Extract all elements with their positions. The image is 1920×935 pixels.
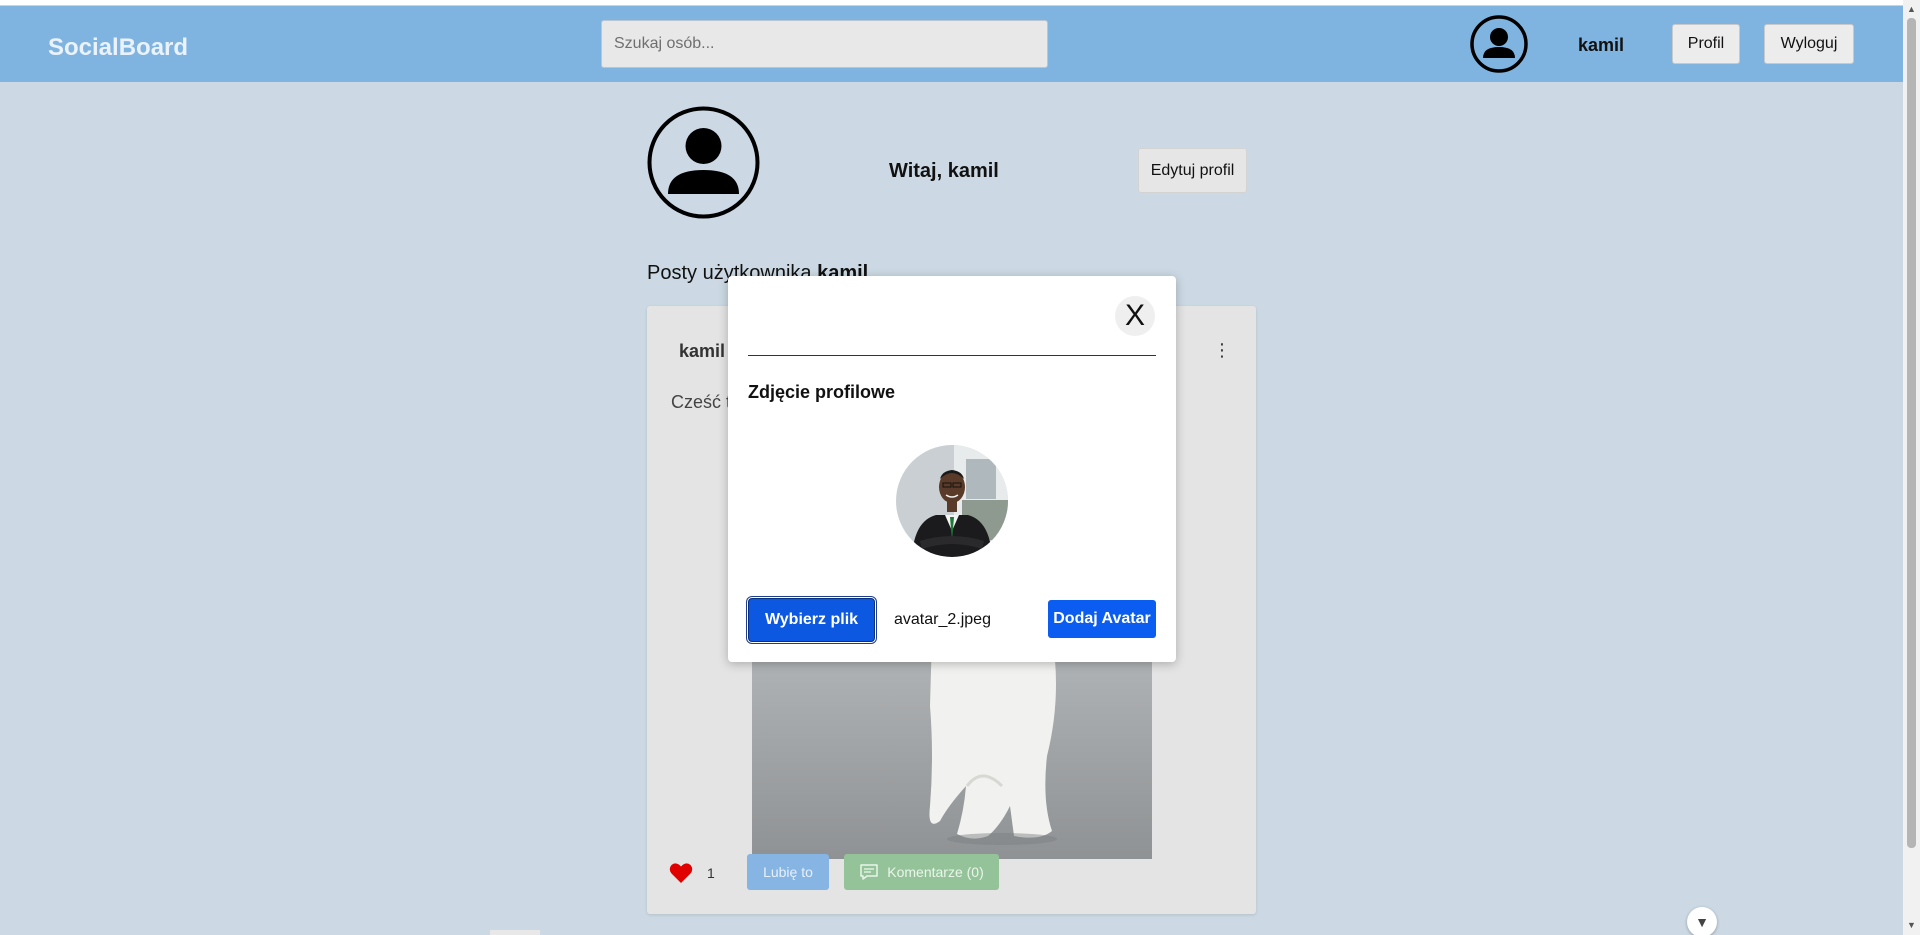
comments-button[interactable]: Komentarze (0) — [844, 854, 999, 890]
like-count: 1 — [707, 865, 715, 881]
user-circle-icon[interactable] — [1469, 14, 1529, 74]
post-image — [752, 636, 1152, 859]
edit-profile-button[interactable]: Edytuj profil — [1138, 148, 1247, 193]
navbar: SocialBoard kamil Profil Wyloguj — [0, 6, 1903, 82]
modal-divider — [748, 355, 1156, 356]
search-input[interactable] — [601, 20, 1048, 68]
avatar-preview — [896, 445, 1008, 557]
horizontal-scrollbar-thumb[interactable] — [490, 930, 540, 935]
user-circle-icon — [647, 106, 760, 219]
profile-button[interactable]: Profil — [1672, 24, 1740, 64]
post-footer: 1 Lubię to Komentarze (0) — [669, 854, 1229, 890]
post-author[interactable]: kamil — [679, 341, 725, 362]
selected-file-name: avatar_2.jpeg — [894, 611, 991, 628]
modal-title: Zdjęcie profilowe — [748, 382, 896, 402]
avatar-modal: X Zdjęcie profilowe Wybierz plik avatar_… — [728, 276, 1176, 662]
like-button[interactable]: Lubię to — [747, 854, 829, 890]
chevron-down-icon[interactable]: ▼ — [1687, 907, 1717, 935]
scroll-down-arrow-icon[interactable]: ▼ — [1903, 918, 1920, 932]
comments-label: Komentarze (0) — [887, 864, 984, 880]
comment-icon — [860, 864, 878, 880]
post-text: Cześć t — [671, 392, 732, 412]
close-button[interactable]: X — [1115, 296, 1155, 336]
scrollbar-thumb[interactable] — [1907, 18, 1916, 848]
vertical-dots-icon[interactable]: ⋮ — [1213, 341, 1231, 359]
nav-username: kamil — [1578, 35, 1625, 55]
add-avatar-button[interactable]: Dodaj Avatar — [1048, 600, 1156, 638]
logout-button[interactable]: Wyloguj — [1764, 24, 1854, 64]
brand-logo[interactable]: SocialBoard — [48, 34, 188, 62]
vertical-scrollbar[interactable]: ▲ ▼ — [1903, 0, 1920, 935]
choose-file-button[interactable]: Wybierz plik — [748, 598, 875, 642]
heart-icon[interactable] — [669, 862, 693, 884]
scroll-up-arrow-icon[interactable]: ▲ — [1903, 2, 1920, 16]
welcome-heading: Witaj, kamil — [889, 160, 999, 182]
